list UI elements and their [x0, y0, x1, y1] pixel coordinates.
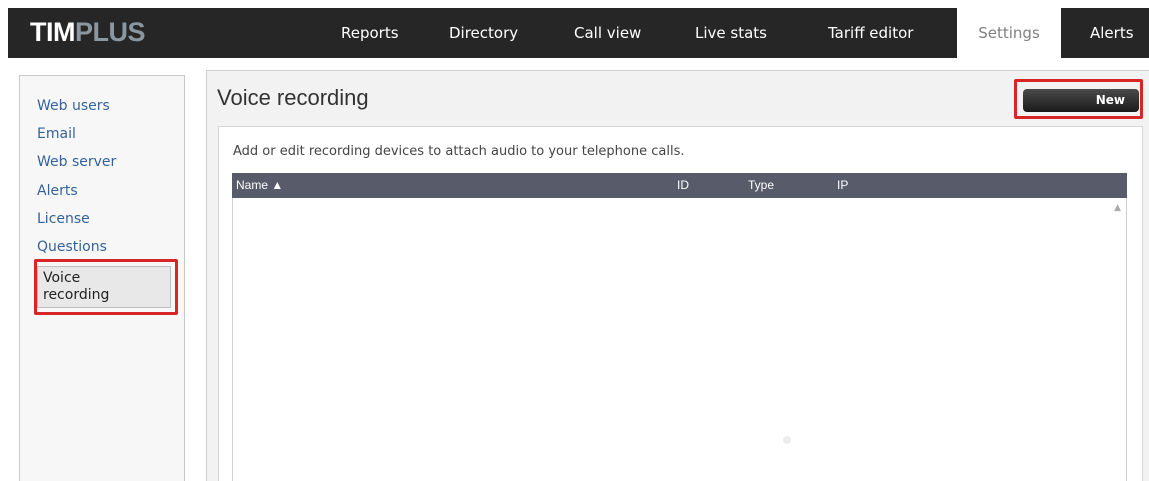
sidebar-item-voice-recording-line1: Voice — [43, 270, 81, 286]
sidebar-item-questions[interactable]: Questions — [37, 239, 107, 255]
page-title: Voice recording — [217, 85, 369, 110]
sidebar-item-license[interactable]: License — [37, 211, 90, 227]
sidebar-item-web-server[interactable]: Web server — [37, 154, 116, 170]
column-header-name[interactable]: Name ▲ — [236, 173, 283, 198]
recording-devices-table-body[interactable]: ▲ — [232, 198, 1127, 481]
main-panel: Voice recording New Add or edit recordin… — [206, 70, 1149, 481]
content-box: Add or edit recording devices to attach … — [218, 126, 1143, 481]
nav-call-view[interactable]: Call view — [574, 8, 641, 58]
scroll-up-arrow-icon[interactable]: ▲ — [1114, 203, 1121, 213]
column-header-id[interactable]: ID — [677, 173, 689, 198]
sidebar-item-voice-recording-line2: recording — [43, 287, 110, 303]
nav-alerts[interactable]: Alerts — [1090, 8, 1134, 58]
table-header: Name ▲ ID Type IP — [232, 173, 1127, 198]
top-nav-bar: TIMPLUS Reports Directory Call view Live… — [8, 8, 1149, 58]
nav-settings[interactable]: Settings — [957, 8, 1061, 58]
sidebar-item-email[interactable]: Email — [37, 126, 76, 142]
column-header-ip[interactable]: IP — [837, 173, 848, 198]
nav-reports[interactable]: Reports — [341, 8, 399, 58]
logo-plus-text: PLUS — [75, 17, 146, 47]
column-header-type[interactable]: Type — [748, 173, 774, 198]
sidebar-item-web-users[interactable]: Web users — [37, 98, 110, 114]
new-button[interactable]: New — [1023, 89, 1139, 112]
nav-directory[interactable]: Directory — [449, 8, 518, 58]
loading-indicator-icon — [783, 436, 791, 444]
logo-main-text: TIM — [30, 17, 76, 47]
nav-tariff-editor[interactable]: Tariff editor — [828, 8, 913, 58]
sidebar-item-voice-recording[interactable]: Voice recording — [37, 266, 171, 308]
settings-sidebar: Web users Email Web server Alerts Licens… — [19, 75, 185, 481]
sidebar-item-alerts[interactable]: Alerts — [37, 183, 78, 199]
timplus-logo[interactable]: TIMPLUS — [30, 17, 146, 48]
nav-live-stats[interactable]: Live stats — [695, 8, 767, 58]
page-description: Add or edit recording devices to attach … — [233, 144, 685, 159]
